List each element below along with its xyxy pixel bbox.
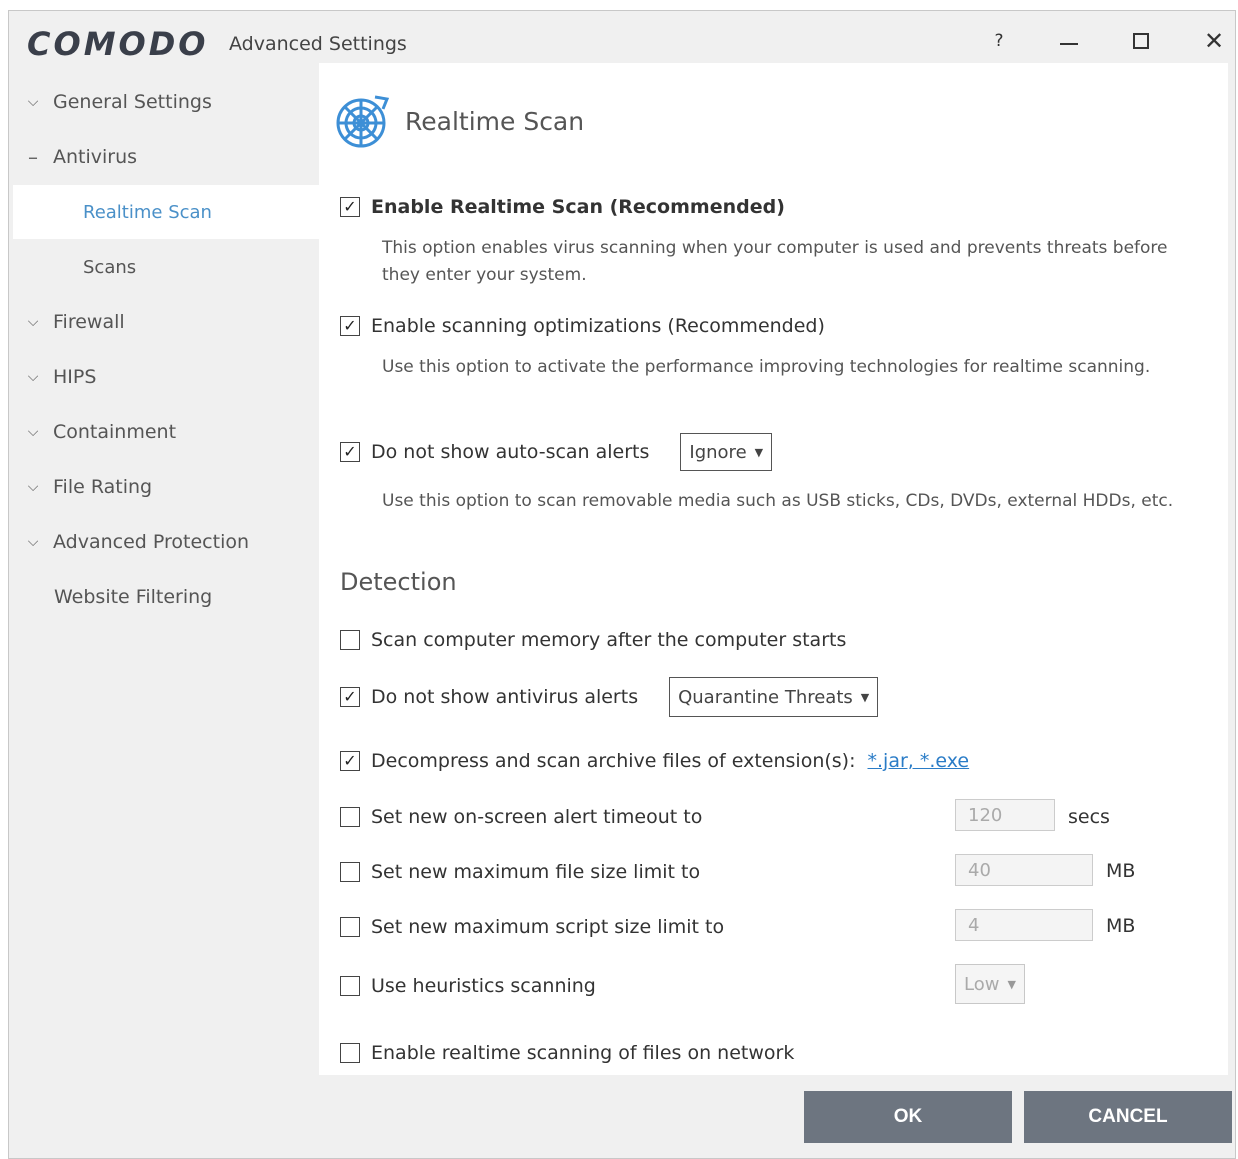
unit-label: secs (1068, 806, 1110, 828)
minimize-icon (1060, 43, 1078, 45)
option-label: Do not show auto-scan alerts (371, 441, 650, 463)
sidebar-item-general-settings[interactable]: ⌵ General Settings (13, 75, 319, 129)
sidebar-item-scans[interactable]: Scans (13, 240, 319, 294)
enable-realtime-scan-option[interactable]: ✓ Enable Realtime Scan (Recommended) (340, 196, 785, 218)
main-panel: Realtime Scan ✓ Enable Realtime Scan (Re… (319, 63, 1228, 1075)
chevron-down-icon: ⌵ (27, 479, 39, 495)
max-script-size-input[interactable]: 4 (955, 909, 1093, 941)
max-script-size-checkbox[interactable] (340, 917, 360, 937)
chevron-down-icon: ⌵ (27, 424, 39, 440)
select-value: Ignore (689, 441, 747, 463)
heuristics-checkbox[interactable] (340, 976, 360, 996)
select-value: Low (964, 973, 1000, 995)
auto-scan-alerts-checkbox[interactable]: ✓ (340, 442, 360, 462)
option-description: This option enables virus scanning when … (382, 238, 1168, 285)
chevron-down-icon: ⌵ (27, 534, 39, 550)
close-button[interactable]: ✕ (1194, 21, 1234, 61)
help-button[interactable]: ? (979, 21, 1019, 61)
option-label: Scan computer memory after the computer … (371, 629, 847, 651)
comodo-logo: COMODO (27, 25, 209, 63)
alert-timeout-option[interactable]: Set new on-screen alert timeout to (340, 806, 702, 828)
max-file-size-checkbox[interactable] (340, 862, 360, 882)
option-description: Use this option to scan removable media … (382, 491, 1174, 511)
scanning-optimizations-checkbox[interactable]: ✓ (340, 316, 360, 336)
maximize-icon (1133, 33, 1149, 49)
sidebar-item-label: Advanced Protection (53, 531, 250, 553)
max-file-size-input[interactable]: 40 (955, 854, 1093, 886)
scan-memory-checkbox[interactable] (340, 630, 360, 650)
sidebar-item-advanced-protection[interactable]: ⌵ Advanced Protection (13, 515, 319, 569)
sidebar-item-label: Realtime Scan (83, 201, 212, 223)
option-label: Set new on-screen alert timeout to (371, 806, 703, 828)
sidebar: ⌵ General Settings – Antivirus Realtime … (13, 63, 319, 1075)
option-label: Use heuristics scanning (371, 975, 596, 997)
scanning-optimizations-option[interactable]: ✓ Enable scanning optimizations (Recomme… (340, 315, 825, 337)
sidebar-item-label: File Rating (53, 476, 153, 498)
option-label: Enable realtime scanning of files on net… (371, 1042, 795, 1064)
auto-scan-alerts-option[interactable]: ✓ Do not show auto-scan alerts Ignore ▼ (340, 433, 773, 471)
enable-realtime-scan-checkbox[interactable]: ✓ (340, 197, 360, 217)
sidebar-item-label: Scans (83, 256, 137, 278)
unit-label: MB (1106, 915, 1136, 937)
decompress-archives-option[interactable]: ✓ Decompress and scan archive files of e… (340, 750, 969, 772)
option-label: Enable scanning optimizations (Recommend… (371, 315, 825, 337)
sidebar-item-label: HIPS (53, 366, 97, 388)
sidebar-item-website-filtering[interactable]: Website Filtering (13, 570, 319, 624)
network-scan-option[interactable]: Enable realtime scanning of files on net… (340, 1042, 794, 1064)
close-icon: ✕ (1203, 27, 1225, 55)
network-scan-checkbox[interactable] (340, 1043, 360, 1063)
sidebar-item-antivirus[interactable]: – Antivirus (13, 130, 319, 184)
sidebar-item-realtime-scan[interactable]: Realtime Scan (13, 185, 319, 239)
heuristics-option[interactable]: Use heuristics scanning (340, 975, 596, 997)
antivirus-alerts-checkbox[interactable]: ✓ (340, 687, 360, 707)
ok-button[interactable]: OK (804, 1091, 1012, 1143)
auto-scan-alerts-select[interactable]: Ignore ▼ (680, 433, 773, 471)
sidebar-item-hips[interactable]: ⌵ HIPS (13, 350, 319, 404)
dropdown-arrow-icon: ▼ (754, 445, 764, 459)
realtime-scan-icon (336, 95, 390, 148)
collapse-dash-icon: – (28, 145, 38, 169)
alert-timeout-input[interactable]: 120 (955, 799, 1055, 831)
heuristics-level-select[interactable]: Low ▼ (955, 964, 1025, 1004)
option-label: Enable Realtime Scan (Recommended) (371, 196, 785, 218)
detection-heading: Detection (340, 568, 457, 596)
sidebar-item-label: Antivirus (53, 146, 138, 168)
option-label: Set new maximum file size limit to (371, 861, 701, 883)
page-header: Realtime Scan (335, 93, 584, 149)
option-label: Set new maximum script size limit to (371, 916, 725, 938)
decompress-archives-checkbox[interactable]: ✓ (340, 751, 360, 771)
sidebar-item-file-rating[interactable]: ⌵ File Rating (13, 460, 319, 514)
archive-extensions-link[interactable]: *.jar, *.exe (868, 750, 970, 772)
select-value: Quarantine Threats (678, 686, 853, 708)
option-description: Use this option to activate the performa… (382, 357, 1151, 377)
cancel-button[interactable]: CANCEL (1024, 1091, 1232, 1143)
antivirus-alerts-select[interactable]: Quarantine Threats ▼ (669, 677, 879, 717)
unit-label: MB (1106, 860, 1136, 882)
sidebar-item-label: Website Filtering (54, 586, 213, 608)
option-label: Do not show antivirus alerts (371, 686, 639, 708)
max-file-size-option[interactable]: Set new maximum file size limit to (340, 861, 700, 883)
minimize-button[interactable] (1049, 21, 1089, 61)
sidebar-item-label: Firewall (53, 311, 125, 333)
dropdown-arrow-icon: ▼ (1007, 977, 1016, 991)
maximize-button[interactable] (1121, 21, 1161, 61)
alert-timeout-checkbox[interactable] (340, 807, 360, 827)
sidebar-item-label: General Settings (53, 91, 212, 113)
option-label: Decompress and scan archive files of ext… (371, 750, 856, 772)
max-script-size-option[interactable]: Set new maximum script size limit to (340, 916, 724, 938)
sidebar-item-firewall[interactable]: ⌵ Firewall (13, 295, 319, 349)
window-title: Advanced Settings (229, 33, 407, 55)
antivirus-alerts-option[interactable]: ✓ Do not show antivirus alerts Quarantin… (340, 677, 879, 717)
dropdown-arrow-icon: ▼ (860, 690, 870, 704)
sidebar-item-label: Containment (53, 421, 177, 443)
scan-memory-option[interactable]: Scan computer memory after the computer … (340, 629, 846, 651)
chevron-down-icon: ⌵ (27, 369, 39, 385)
chevron-down-icon: ⌵ (27, 314, 39, 330)
chevron-down-icon: ⌵ (27, 94, 39, 110)
sidebar-item-containment[interactable]: ⌵ Containment (13, 405, 319, 459)
page-title: Realtime Scan (405, 106, 585, 136)
